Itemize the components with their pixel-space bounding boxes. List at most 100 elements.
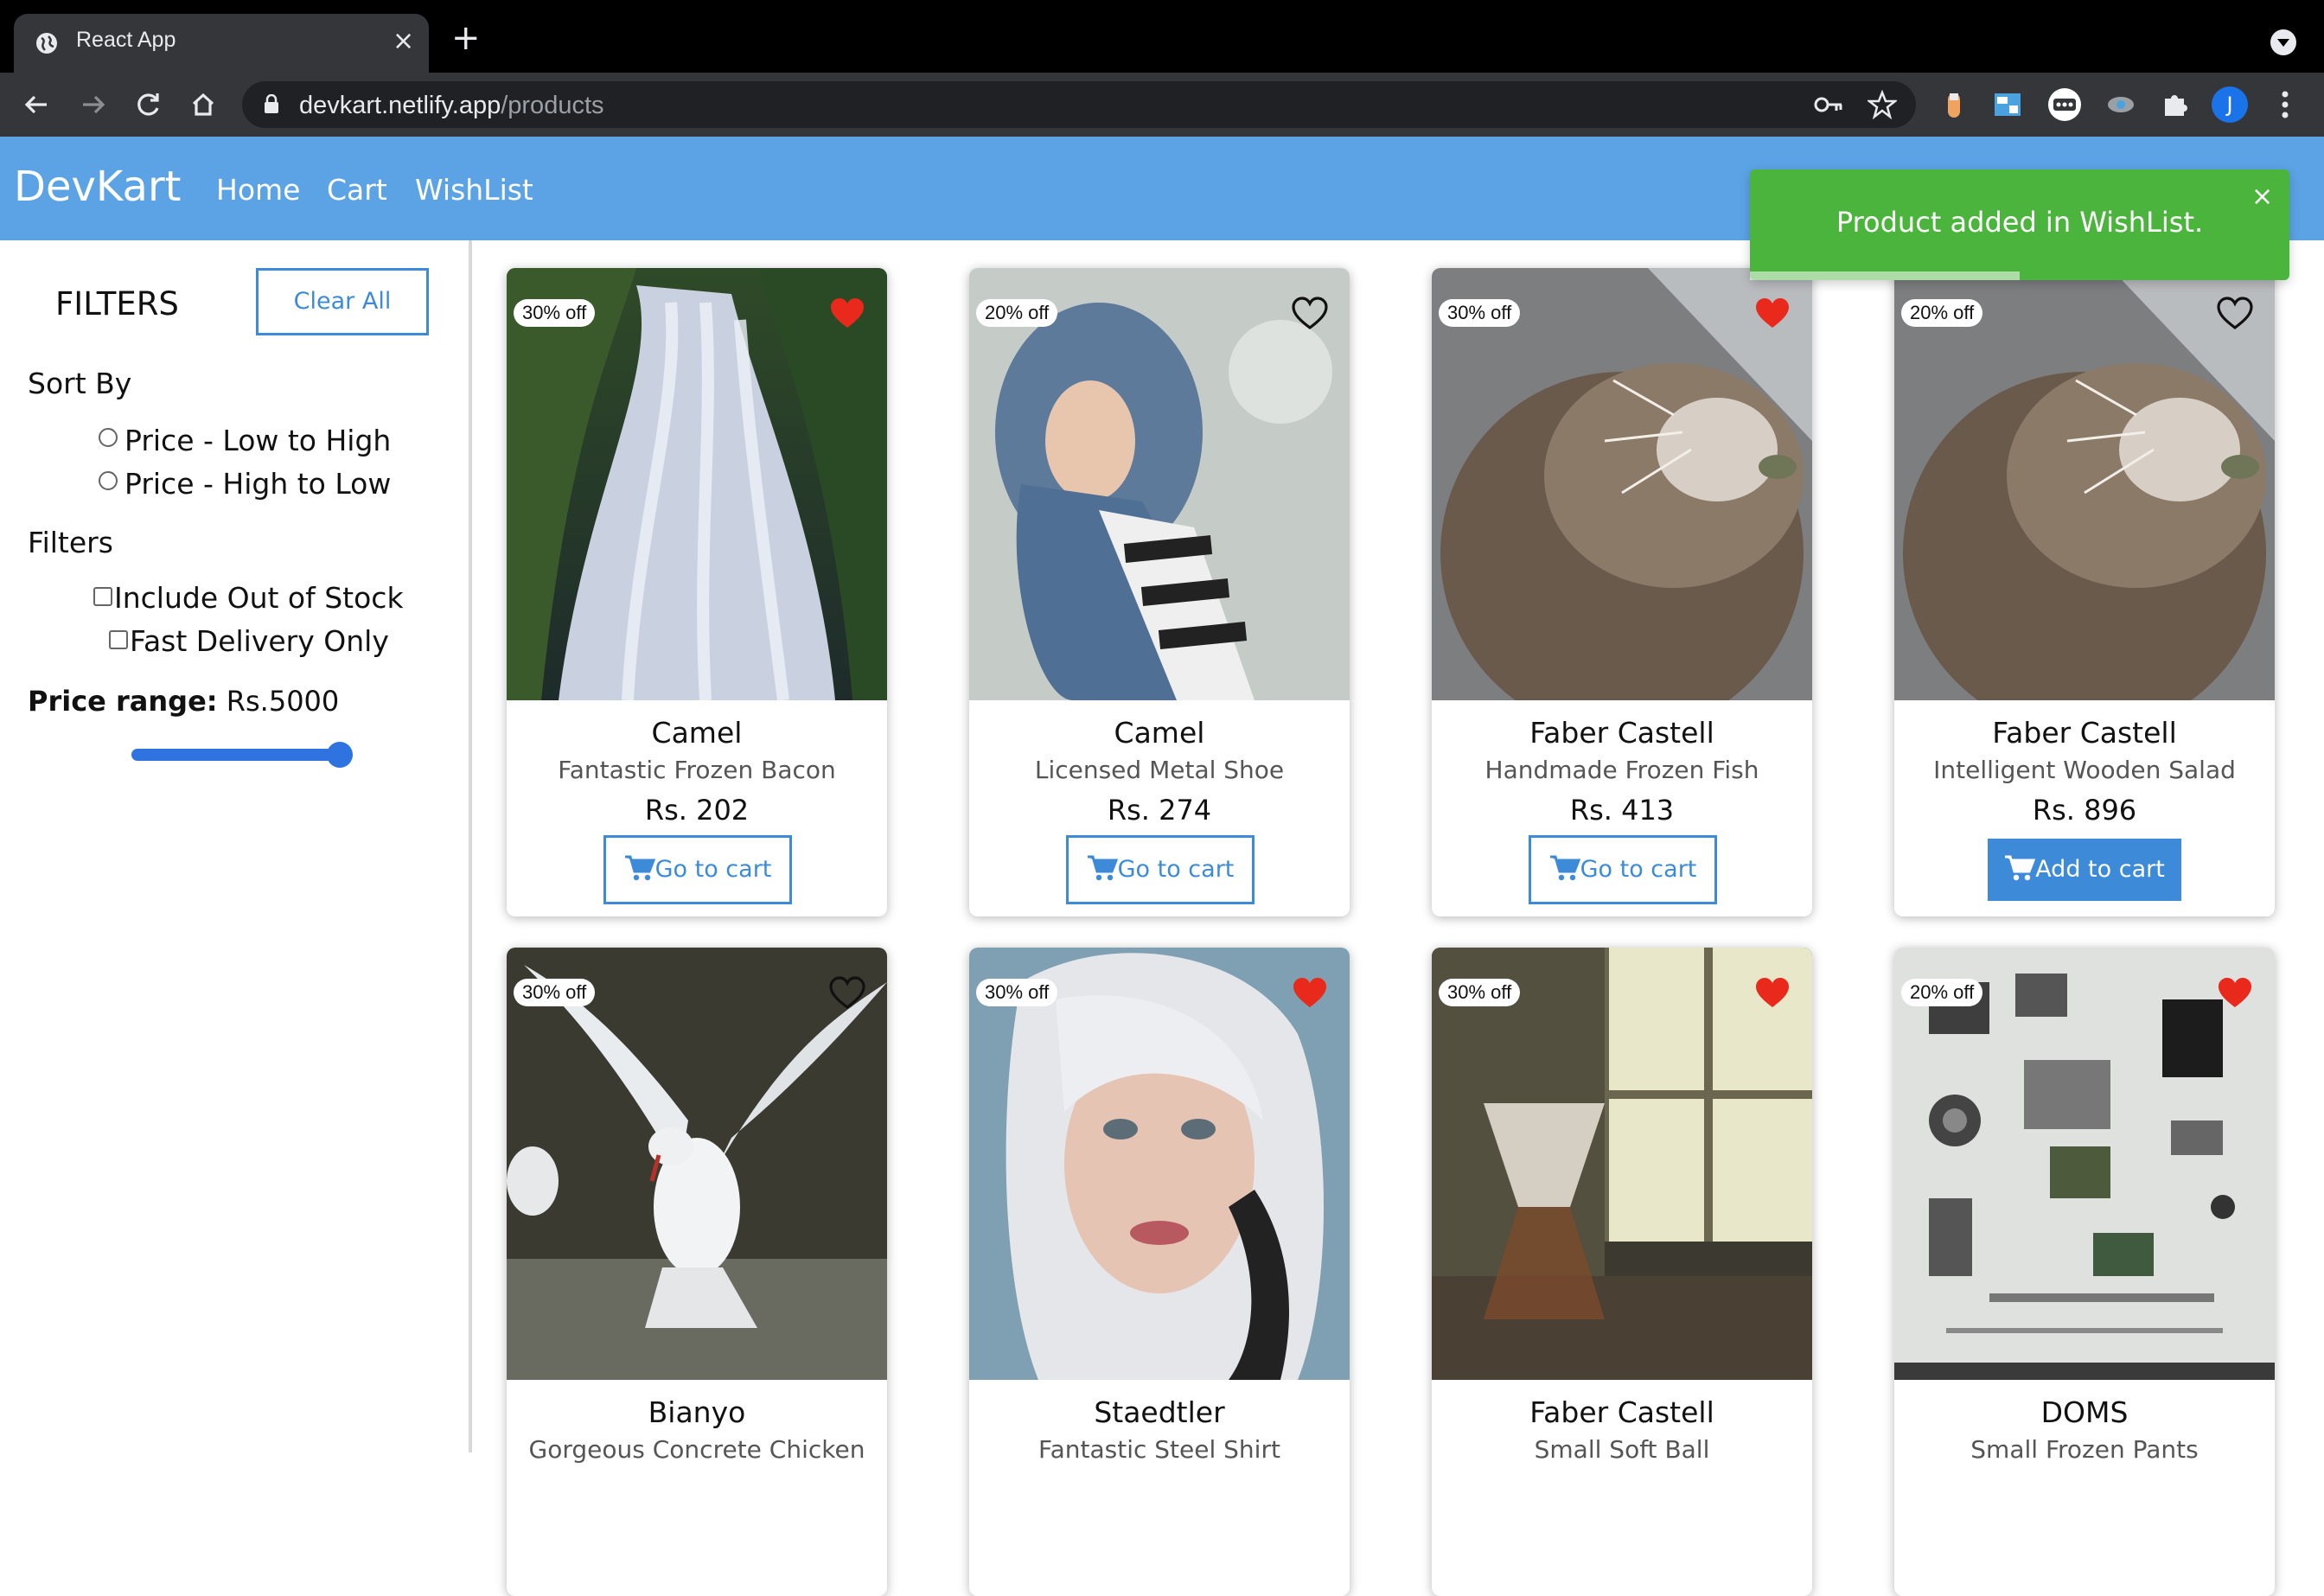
nav-home[interactable]: Home [216,173,300,207]
brand-logo[interactable]: DevKart [14,163,182,211]
product-price: Rs. 896 [2032,794,2137,827]
heart-filled-icon[interactable] [1753,296,1791,330]
discount-badge: 30% off [976,979,1058,1006]
product-card[interactable]: 30% off Faber Castell Small Soft Ball [1432,948,1812,1596]
toast-close-button[interactable]: × [2251,182,2273,212]
reload-icon[interactable] [128,85,168,124]
cart-icon [1549,855,1580,881]
product-card[interactable]: 20% off Camel Licensed Metal Shoe Rs. 274 Go… [969,268,1350,916]
product-price: Rs. 413 [1569,794,1675,827]
heart-outline-icon[interactable] [1291,296,1329,330]
browser-tab[interactable]: React App × [14,14,429,73]
product-image[interactable] [1432,268,1812,700]
product-price: Rs. 202 [644,794,750,827]
product-name: Gorgeous Concrete Chicken [528,1435,865,1464]
sort-low-to-high-radio[interactable] [99,428,118,447]
add-to-cart-button[interactable]: Add to cart [1988,839,2181,901]
discount-badge: 20% off [1901,979,1983,1006]
heart-filled-icon[interactable] [1291,975,1329,1010]
discount-badge: 30% off [1439,979,1521,1006]
product-card[interactable]: 30% off Faber Castell Handmade Frozen Fish… [1432,268,1812,916]
product-image[interactable] [1432,948,1812,1380]
price-slider-thumb[interactable] [327,742,353,768]
product-brand: Faber Castell [1992,716,2177,750]
product-image[interactable] [507,948,887,1380]
sort-high-to-low-option[interactable]: Price - High to Low [99,467,391,501]
heart-filled-icon[interactable] [828,296,866,330]
product-image[interactable] [507,268,887,700]
extension-dots-icon[interactable] [2046,86,2083,123]
product-name: Fantastic Frozen Bacon [558,756,836,784]
browser-menu-icon[interactable] [2272,86,2298,123]
nav-cart[interactable]: Cart [327,173,387,207]
lock-icon [265,94,278,113]
price-range-value: Rs.5000 [226,685,340,718]
extensions-puzzle-icon[interactable] [2160,90,2189,119]
product-price: Rs. 274 [1107,794,1212,827]
product-brand: Bianyo [648,1395,746,1429]
profile-avatar[interactable]: J [2212,86,2248,123]
product-brand: DOMS [2040,1395,2129,1429]
go-to-cart-button[interactable]: Go to cart [1529,835,1717,904]
product-card[interactable]: 30% off Bianyo Gorgeous Concrete Chicken [507,948,887,1596]
product-name: Small Soft Ball [1534,1435,1710,1464]
url-text: devkart.netlify.app/products [299,92,604,119]
fast-delivery-checkbox[interactable] [109,630,128,649]
discount-badge: 20% off [976,299,1058,327]
home-icon[interactable] [183,85,223,124]
go-to-cart-button[interactable]: Go to cart [603,835,792,904]
heart-filled-icon[interactable] [1753,975,1791,1010]
extension-bottle-icon[interactable] [1939,90,1969,119]
nav-wishlist[interactable]: WishList [415,173,533,207]
fast-delivery-option[interactable]: Fast Delivery Only [109,624,389,658]
product-name: Intelligent Wooden Salad [1933,756,2236,784]
extension-eye-icon[interactable] [2106,90,2136,119]
sort-by-heading: Sort By [28,367,132,400]
product-brand: Camel [651,716,743,750]
product-brand: Camel [1114,716,1205,750]
sort-low-to-high-option[interactable]: Price - Low to High [99,424,391,457]
tab-search-button[interactable] [2270,29,2296,55]
clear-all-button[interactable]: Clear All [256,268,429,335]
product-brand: Faber Castell [1529,1395,1714,1429]
heart-filled-icon[interactable] [2216,975,2254,1010]
product-card[interactable]: 30% off Camel Fantastic Frozen Bacon Rs. 20… [507,268,887,916]
sort-high-to-low-radio[interactable] [99,471,118,490]
toast-notification: Product added in WishList. × [1750,169,2289,280]
price-range-label: Price range: Rs.5000 [28,685,340,718]
product-image[interactable] [969,268,1350,700]
forward-arrow-icon[interactable] [73,85,112,124]
toast-message: Product added in WishList. [1836,206,2204,239]
product-card[interactable]: 20% off DOMS Small Frozen Pants [1894,948,2275,1596]
tab-close-button[interactable]: × [393,26,414,56]
heart-outline-icon[interactable] [2216,296,2254,330]
product-card[interactable]: 30% off Staedtler Fantastic Steel Shirt [969,948,1350,1596]
filters-heading: FILTERS [55,285,179,322]
heart-outline-icon[interactable] [828,975,866,1010]
browser-tabbar: React App × + [0,0,2324,73]
product-brand: Staedtler [1094,1395,1225,1429]
product-image[interactable] [1894,948,2275,1380]
product-name: Licensed Metal Shoe [1034,756,1285,784]
product-card[interactable]: 20% off Faber Castell Intelligent Wooden S… [1894,268,2275,916]
extension-window-icon[interactable] [1993,90,2022,119]
discount-badge: 20% off [1901,299,1983,327]
cart-icon [624,855,655,881]
product-image[interactable] [969,948,1350,1380]
bookmark-star-icon[interactable] [1868,90,1897,119]
toast-progress-bar [1750,271,2020,280]
key-icon[interactable] [1814,93,1843,116]
include-out-of-stock-option[interactable]: Include Out of Stock [93,581,404,615]
include-out-of-stock-checkbox[interactable] [93,587,112,606]
price-range-slider[interactable] [131,742,353,768]
product-image[interactable] [1894,268,2275,700]
address-bar[interactable]: devkart.netlify.app/products [242,81,1916,128]
product-name: Small Frozen Pants [1970,1435,2199,1464]
filters-sidebar: FILTERS Clear All Sort By Price - Low to… [0,240,472,1452]
back-arrow-icon[interactable] [17,85,57,124]
product-brand: Faber Castell [1529,716,1714,750]
new-tab-button[interactable]: + [451,21,481,55]
go-to-cart-button[interactable]: Go to cart [1066,835,1255,904]
browser-toolbar: devkart.netlify.app/products J [0,73,2324,137]
globe-icon [36,33,57,54]
